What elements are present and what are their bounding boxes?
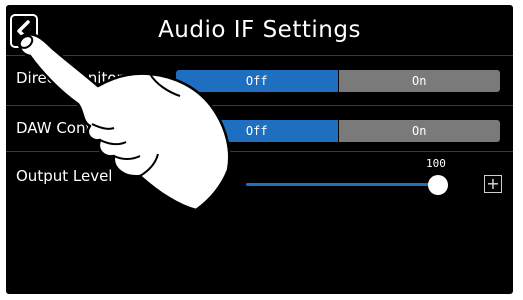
title-bar: Audio IF Settings [6,5,513,55]
output-level-decrease-button[interactable]: − [186,175,204,193]
direct-monitor-on-option[interactable]: On [337,70,500,92]
page-title: Audio IF Settings [158,17,361,43]
daw-control-on-option[interactable]: On [337,120,500,142]
daw-control-label: DAW Control [16,119,111,137]
direct-monitor-toggle: Off On [176,70,500,92]
output-level-slider-track[interactable] [246,183,438,186]
direct-monitor-label: Direct Monitor [16,69,123,87]
daw-control-off-option[interactable]: Off [176,120,338,142]
device-screen: Audio IF Settings Direct Monitor Off On … [6,5,513,294]
daw-control-toggle: Off On [176,120,500,142]
divider [6,105,513,106]
divider [6,55,513,56]
direct-monitor-off-option[interactable]: Off [176,70,338,92]
divider [6,151,513,152]
output-level-slider-knob[interactable] [428,175,448,195]
output-level-label: Output Level [16,167,113,185]
minus-icon: − [188,174,202,193]
plus-icon: + [486,174,500,193]
output-level-value: 100 [426,157,446,170]
output-level-increase-button[interactable]: + [484,175,502,193]
